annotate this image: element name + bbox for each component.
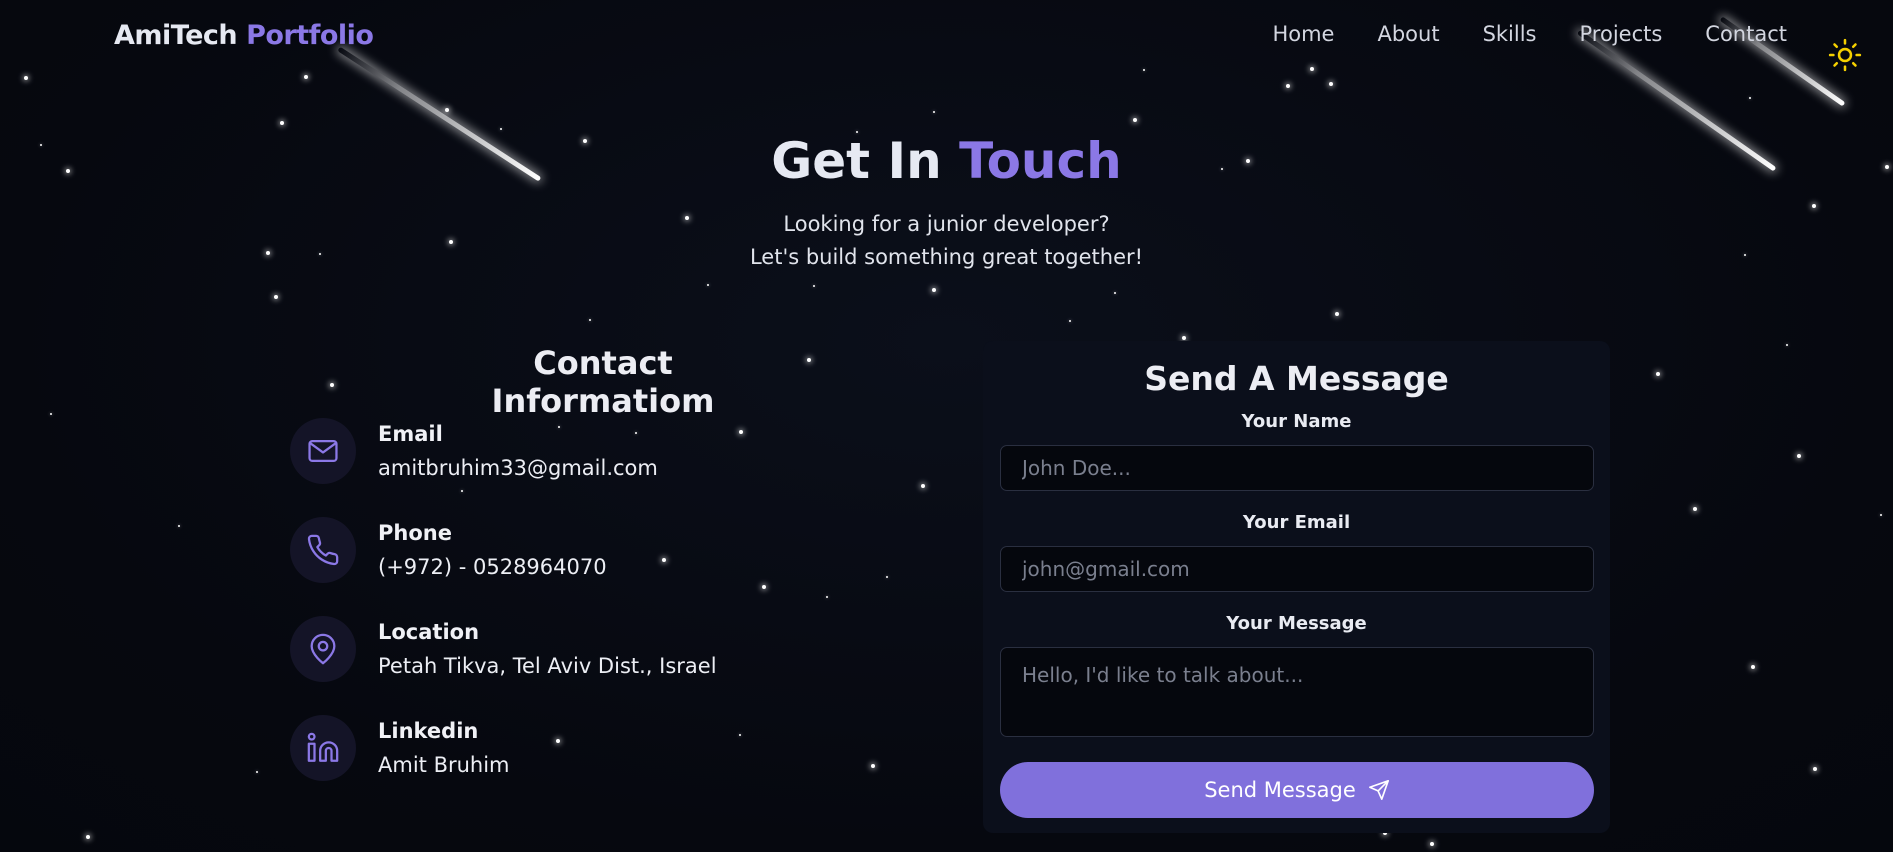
subtitle-line-1: Looking for a junior developer?	[783, 212, 1110, 236]
name-input[interactable]	[1000, 445, 1594, 491]
nav-item-skills[interactable]: Skills	[1483, 22, 1537, 46]
contact-item-location: Location Petah Tikva, Tel Aviv Dist., Is…	[290, 616, 790, 684]
linkedin-icon-badge	[290, 715, 356, 781]
contact-page: AmiTech Portfolio Home About Skills Proj…	[0, 0, 1893, 852]
phone-label: Phone	[378, 521, 452, 545]
nav-item-contact[interactable]: Contact	[1705, 22, 1787, 46]
title-main: Get In	[771, 132, 942, 190]
message-label: Your Message	[1226, 613, 1367, 634]
mail-icon	[308, 439, 338, 463]
email-field-label: Your Email	[1242, 512, 1351, 533]
brand-accent: Portfolio	[246, 20, 374, 51]
email-input[interactable]	[1000, 546, 1594, 592]
nav-links: Home About Skills Projects Contact	[1272, 22, 1787, 46]
brand-name: AmiTech	[114, 20, 238, 51]
theme-toggle-button[interactable]	[1828, 38, 1862, 72]
brand-logo[interactable]: AmiTech Portfolio	[114, 20, 374, 51]
linkedin-value[interactable]: Amit Bruhim	[378, 753, 510, 777]
email-value[interactable]: amitbruhim33@gmail.com	[378, 456, 658, 480]
linkedin-label: Linkedin	[378, 719, 479, 743]
mail-icon-badge	[290, 418, 356, 484]
location-value: Petah Tikva, Tel Aviv Dist., Israel	[378, 654, 717, 678]
contact-item-email: Email amitbruhim33@gmail.com	[290, 418, 790, 486]
linkedin-icon	[307, 732, 339, 762]
sun-icon	[1828, 38, 1862, 72]
message-textarea[interactable]	[1000, 647, 1594, 737]
phone-value[interactable]: (+972) - 0528964070	[378, 555, 607, 579]
contact-item-linkedin: Linkedin Amit Bruhim	[290, 715, 790, 783]
nav-item-projects[interactable]: Projects	[1580, 22, 1663, 46]
map-pin-icon-badge	[290, 616, 356, 682]
top-nav: AmiTech Portfolio Home About Skills Proj…	[0, 0, 1893, 74]
location-label: Location	[378, 620, 480, 644]
contact-item-phone: Phone (+972) - 0528964070	[290, 517, 790, 585]
subtitle-line-2: Let's build something great together!	[749, 245, 1144, 269]
map-pin-icon	[310, 633, 336, 665]
send-message-label: Send Message	[1204, 778, 1356, 802]
title-accent: Touch	[959, 132, 1122, 190]
message-form-card: Send A Message Your Name Your Email Your…	[983, 341, 1610, 833]
send-message-button[interactable]: Send Message	[1000, 762, 1594, 818]
nav-item-about[interactable]: About	[1377, 22, 1439, 46]
phone-icon-badge	[290, 517, 356, 583]
contact-info-title: Contact Informatiom	[491, 344, 715, 420]
phone-icon	[307, 534, 339, 566]
form-title: Send A Message	[1144, 359, 1449, 398]
nav-item-home[interactable]: Home	[1272, 22, 1334, 46]
page-title: Get In Touch	[0, 132, 1893, 190]
send-icon	[1368, 780, 1389, 800]
name-label: Your Name	[1241, 411, 1352, 432]
email-label: Email	[378, 422, 443, 446]
